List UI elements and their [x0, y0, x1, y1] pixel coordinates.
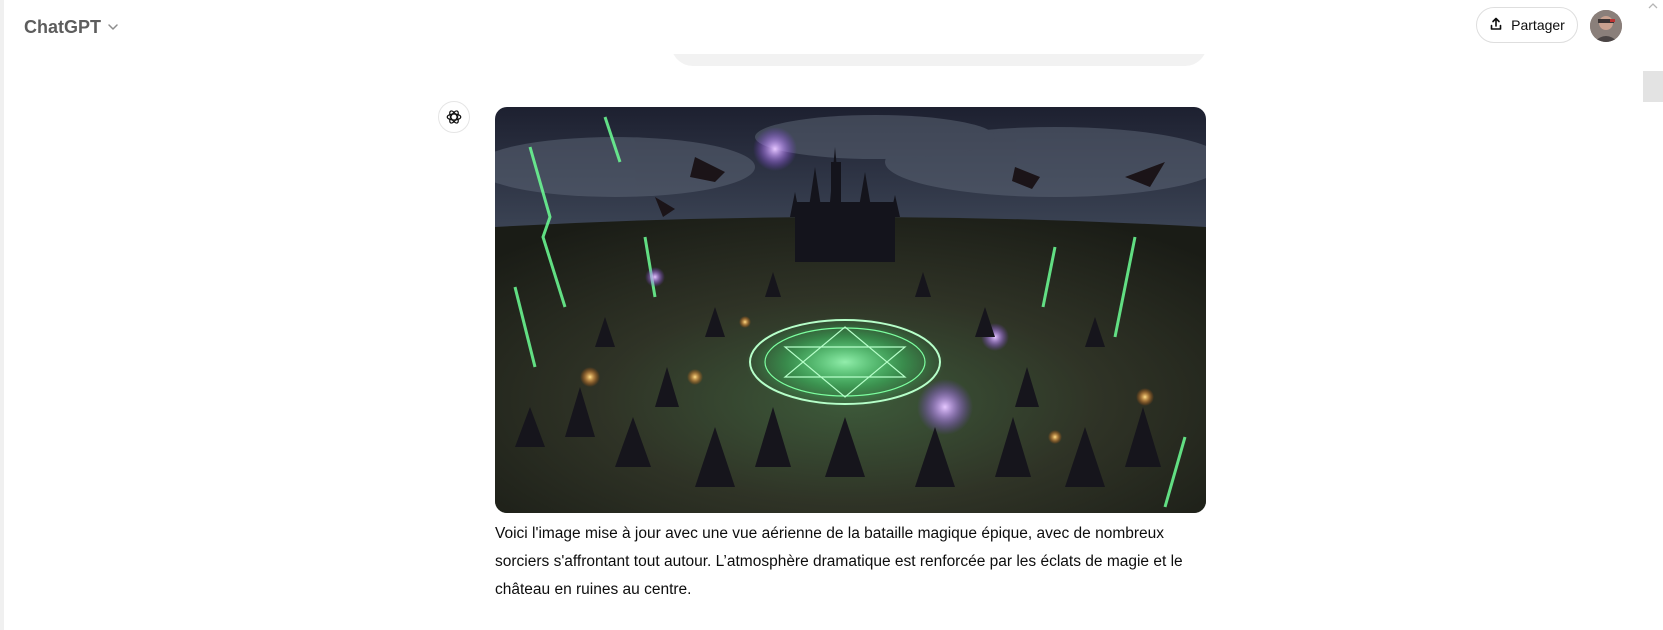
model-name: ChatGPT	[24, 16, 102, 37]
generated-image[interactable]	[495, 107, 1206, 513]
assistant-message-text: Voici l'image mise à jour avec une vue a…	[495, 525, 1183, 598]
chevron-up-icon[interactable]	[1646, 0, 1660, 12]
share-button[interactable]: Partager	[1476, 7, 1578, 43]
header-bar	[4, 0, 1640, 54]
chat-page: ' ' ' ChatGPT Partager	[0, 0, 1663, 630]
openai-logo-icon	[438, 101, 470, 133]
scrollbar-thumb[interactable]	[1643, 71, 1663, 102]
model-selector[interactable]: ChatGPT	[24, 12, 119, 42]
share-upload-icon	[1489, 17, 1503, 34]
chevron-down-icon	[107, 21, 119, 33]
sidebar-edge	[0, 0, 4, 630]
share-label: Partager	[1511, 17, 1565, 33]
user-avatar[interactable]	[1590, 10, 1622, 42]
